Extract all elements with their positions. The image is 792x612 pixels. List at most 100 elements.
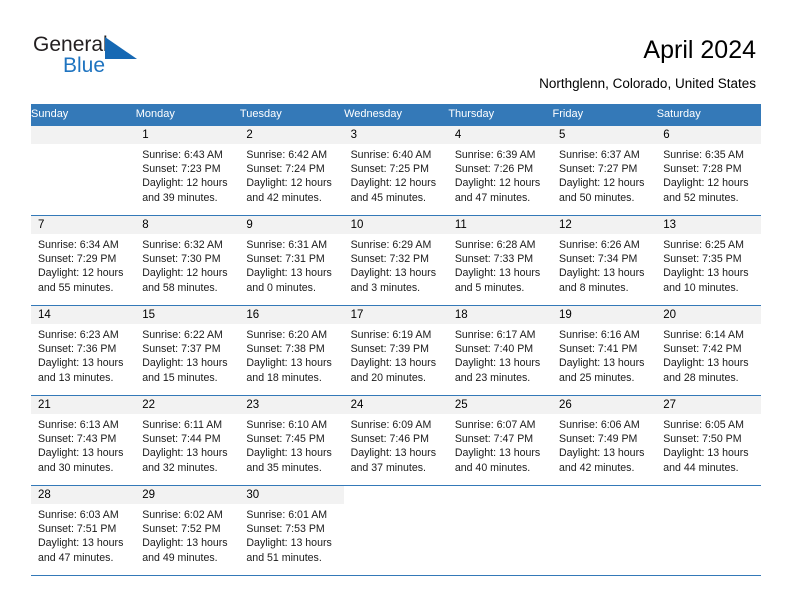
day-details: Sunrise: 6:39 AM Sunset: 7:26 PM Daylight:… [448, 144, 552, 205]
day-detail-line: Sunset: 7:39 PM [350, 343, 429, 356]
day-detail-line: Sunset: 7:38 PM [246, 343, 325, 356]
day-detail-line: and 3 minutes. [350, 281, 421, 294]
weekday-header-tuesday: Tuesday [239, 104, 345, 126]
day-detail-line: Sunrise: 6:25 AM [663, 239, 744, 251]
calendar-cell-empty [447, 485, 553, 576]
day-details: Sunrise: 6:03 AM Sunset: 7:51 PM Daylight:… [31, 504, 135, 565]
day-number: 1 [135, 126, 240, 144]
day-detail-line: and 52 minutes. [663, 191, 739, 204]
day-detail-line: and 23 minutes. [454, 371, 531, 384]
calendar-page: General Blue April 2024 Northglenn, Colo… [0, 0, 792, 612]
calendar-day-cell[interactable]: 10 Sunrise: 6:29 AM Sunset: 7:32 PM Dayligh… [343, 215, 448, 306]
calendar-day-cell[interactable]: 15 Sunrise: 6:22 AM Sunset: 7:37 PM Dayligh… [135, 305, 240, 396]
day-detail-line: Daylight: 13 hours [350, 267, 436, 280]
day-detail-line: Sunrise: 6:40 AM [350, 149, 432, 161]
day-detail-line: Sunrise: 6:16 AM [559, 329, 640, 341]
day-detail-line: Sunset: 7:45 PM [246, 433, 325, 446]
calendar-day-cell[interactable]: 8 Sunrise: 6:32 AM Sunset: 7:30 PM Daylight… [135, 215, 240, 306]
calendar-day-cell[interactable]: 16 Sunrise: 6:20 AM Sunset: 7:38 PM Dayligh… [239, 305, 344, 396]
day-detail-line: Daylight: 13 hours [559, 447, 645, 460]
day-detail-line: Sunset: 7:27 PM [559, 163, 638, 176]
day-detail-line: Daylight: 12 hours [454, 177, 541, 190]
day-detail-line: and 49 minutes. [142, 551, 218, 564]
day-detail-line: and 37 minutes. [350, 461, 426, 474]
day-number: 15 [135, 306, 240, 324]
day-detail-line: and 58 minutes. [142, 281, 218, 294]
general-blue-logo[interactable]: General Blue [33, 33, 173, 81]
day-detail-line: Sunrise: 6:03 AM [38, 509, 119, 521]
calendar-day-cell[interactable]: 13 Sunrise: 6:25 AM Sunset: 7:35 PM Dayligh… [656, 215, 761, 306]
day-number [31, 126, 136, 144]
day-detail-line: Sunrise: 6:31 AM [246, 239, 328, 251]
calendar-day-cell[interactable]: 2 Sunrise: 6:42 AM Sunset: 7:24 PM Daylight… [239, 125, 344, 216]
calendar-day-cell[interactable]: 21 Sunrise: 6:13 AM Sunset: 7:43 PM Dayligh… [31, 395, 136, 486]
day-detail-line: Sunrise: 6:06 AM [559, 419, 640, 431]
day-detail-line: Sunrise: 6:29 AM [350, 239, 432, 251]
day-detail-line: and 32 minutes. [142, 461, 218, 474]
calendar-day-cell[interactable]: 9 Sunrise: 6:31 AM Sunset: 7:31 PM Daylight… [239, 215, 344, 306]
day-number: 10 [343, 216, 448, 234]
day-detail-line: and 25 minutes. [559, 371, 635, 384]
day-details: Sunrise: 6:01 AM Sunset: 7:53 PM Daylight:… [239, 504, 343, 565]
day-details: Sunrise: 6:05 AM Sunset: 7:50 PM Daylight:… [656, 414, 760, 475]
day-detail-line: Sunrise: 6:20 AM [246, 329, 328, 341]
day-number: 6 [656, 126, 761, 144]
day-detail-line: and 35 minutes. [246, 461, 322, 474]
calendar-day-cell[interactable]: 19 Sunrise: 6:16 AM Sunset: 7:41 PM Dayligh… [552, 305, 657, 396]
day-number [448, 486, 552, 504]
calendar-day-cell[interactable]: 17 Sunrise: 6:19 AM Sunset: 7:39 PM Dayligh… [343, 305, 448, 396]
day-detail-line: Sunset: 7:25 PM [350, 163, 429, 176]
day-detail-line: Daylight: 12 hours [142, 267, 228, 280]
calendar-day-cell[interactable]: 12 Sunrise: 6:26 AM Sunset: 7:34 PM Dayligh… [552, 215, 657, 306]
day-number [344, 486, 448, 504]
day-detail-line: Daylight: 12 hours [663, 177, 749, 190]
day-details: Sunrise: 6:23 AM Sunset: 7:36 PM Daylight:… [31, 324, 135, 385]
day-number: 26 [552, 396, 657, 414]
calendar-day-cell[interactable]: 20 Sunrise: 6:14 AM Sunset: 7:42 PM Dayligh… [656, 305, 761, 396]
calendar-day-cell[interactable]: 6 Sunrise: 6:35 AM Sunset: 7:28 PM Daylight… [656, 125, 761, 216]
day-details: Sunrise: 6:20 AM Sunset: 7:38 PM Daylight:… [239, 324, 343, 385]
day-details: Sunrise: 6:43 AM Sunset: 7:23 PM Daylight:… [135, 144, 239, 205]
day-details: Sunrise: 6:34 AM Sunset: 7:29 PM Daylight:… [31, 234, 135, 295]
day-detail-line: and 45 minutes. [350, 191, 426, 204]
calendar-day-cell[interactable]: 1 Sunrise: 6:43 AM Sunset: 7:23 PM Daylight… [135, 125, 240, 216]
calendar-day-cell[interactable]: 25 Sunrise: 6:07 AM Sunset: 7:47 PM Dayligh… [447, 395, 553, 486]
calendar-day-cell[interactable]: 18 Sunrise: 6:17 AM Sunset: 7:40 PM Dayligh… [447, 305, 553, 396]
day-detail-line: Daylight: 13 hours [142, 447, 228, 460]
day-details: Sunrise: 6:37 AM Sunset: 7:27 PM Daylight:… [552, 144, 656, 205]
calendar-day-cell[interactable]: 3 Sunrise: 6:40 AM Sunset: 7:25 PM Daylight… [343, 125, 448, 216]
calendar-day-cell[interactable]: 14 Sunrise: 6:23 AM Sunset: 7:36 PM Dayligh… [31, 305, 136, 396]
calendar-day-cell[interactable]: 5 Sunrise: 6:37 AM Sunset: 7:27 PM Daylight… [552, 125, 657, 216]
day-details: Sunrise: 6:13 AM Sunset: 7:43 PM Daylight:… [31, 414, 135, 475]
day-details: Sunrise: 6:40 AM Sunset: 7:25 PM Daylight:… [344, 144, 448, 205]
calendar-day-cell[interactable]: 7 Sunrise: 6:34 AM Sunset: 7:29 PM Daylight… [31, 215, 136, 306]
calendar-day-cell[interactable]: 11 Sunrise: 6:28 AM Sunset: 7:33 PM Dayligh… [447, 215, 553, 306]
day-detail-line: and 39 minutes. [142, 191, 218, 204]
day-details: Sunrise: 6:06 AM Sunset: 7:49 PM Daylight:… [552, 414, 656, 475]
calendar-day-cell[interactable]: 28 Sunrise: 6:03 AM Sunset: 7:51 PM Dayligh… [31, 485, 136, 576]
calendar-day-cell[interactable]: 27 Sunrise: 6:05 AM Sunset: 7:50 PM Dayligh… [656, 395, 761, 486]
day-detail-line: and 30 minutes. [38, 461, 114, 474]
calendar-day-cell[interactable]: 23 Sunrise: 6:10 AM Sunset: 7:45 PM Dayligh… [239, 395, 344, 486]
calendar-day-cell[interactable]: 22 Sunrise: 6:11 AM Sunset: 7:44 PM Dayligh… [135, 395, 240, 486]
calendar-day-cell[interactable]: 26 Sunrise: 6:06 AM Sunset: 7:49 PM Dayligh… [552, 395, 657, 486]
calendar-day-cell[interactable]: 4 Sunrise: 6:39 AM Sunset: 7:26 PM Daylight… [447, 125, 553, 216]
day-detail-line: Sunrise: 6:22 AM [142, 329, 223, 341]
calendar-week-row: 1 Sunrise: 6:43 AM Sunset: 7:23 PM Daylight… [31, 125, 761, 216]
day-detail-line: Sunrise: 6:05 AM [663, 419, 744, 431]
calendar-week-row: 7 Sunrise: 6:34 AM Sunset: 7:29 PM Daylight… [31, 215, 761, 306]
calendar-day-cell[interactable]: 24 Sunrise: 6:09 AM Sunset: 7:46 PM Dayligh… [343, 395, 448, 486]
day-detail-line: Sunset: 7:52 PM [142, 523, 221, 536]
day-detail-line: Daylight: 13 hours [559, 267, 645, 280]
day-details: Sunrise: 6:26 AM Sunset: 7:34 PM Daylight:… [552, 234, 656, 295]
calendar-header-row: Sunday Monday Tuesday Wednesday Thursday Frid… [31, 104, 762, 126]
day-detail-line: Sunset: 7:53 PM [246, 523, 325, 536]
day-number: 29 [135, 486, 240, 504]
calendar-body: 1 Sunrise: 6:43 AM Sunset: 7:23 PM Daylight… [31, 125, 761, 576]
calendar-day-cell[interactable]: 30 Sunrise: 6:01 AM Sunset: 7:53 PM Dayligh… [239, 485, 344, 576]
day-number: 20 [656, 306, 761, 324]
calendar-day-cell[interactable]: 29 Sunrise: 6:02 AM Sunset: 7:52 PM Dayligh… [135, 485, 240, 576]
weekday-header-saturday: Saturday [656, 104, 762, 126]
day-number: 14 [31, 306, 136, 324]
day-number: 25 [447, 396, 553, 414]
